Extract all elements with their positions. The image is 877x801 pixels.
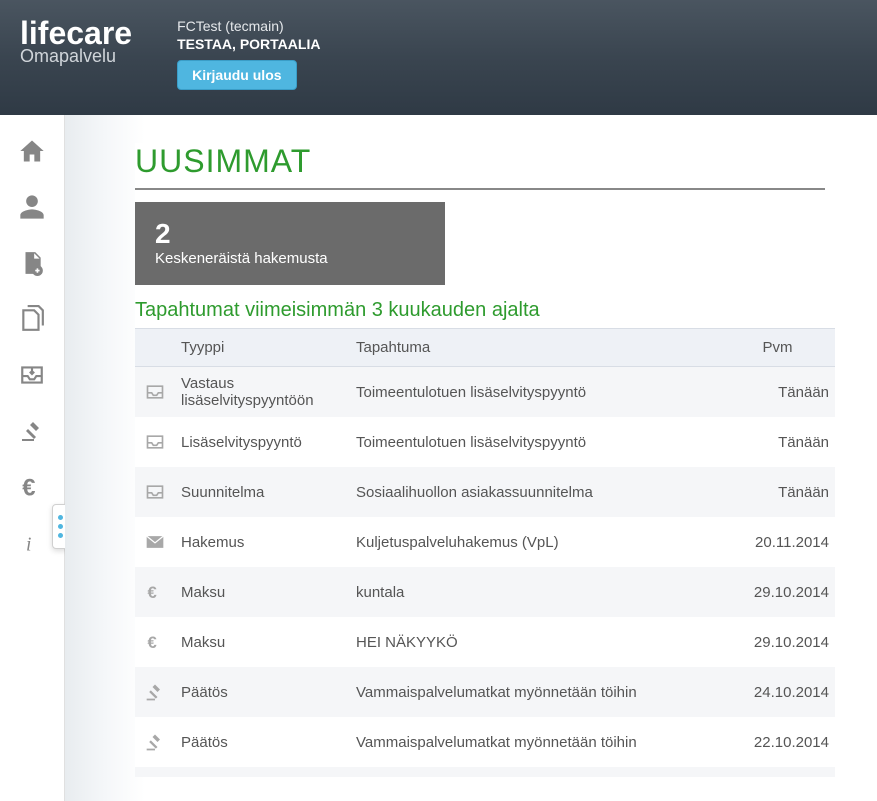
table-row[interactable]: PäätösVammaispalvelumatkat myönnetään tö… [135, 667, 835, 717]
overflow-dot [58, 533, 63, 538]
row-event: Vammaispalvelumatkat myönnetään töihin [350, 684, 735, 701]
sidebar: € i [0, 115, 65, 801]
table-row[interactable]: Vastaus lisäselvityspyyntöönToimeentulot… [135, 367, 835, 417]
app-logo: lifecare Omapalvelu [20, 18, 132, 65]
title-divider [135, 188, 825, 190]
events-table: Tyyppi Tapahtuma Pvm Vastaus lisäselvity… [135, 328, 835, 777]
row-type: Hakemus [175, 534, 350, 551]
logo-sub: Omapalvelu [20, 48, 132, 65]
table-row[interactable]: PäätösVammaispalvelumatkat myönnetään tö… [135, 717, 835, 767]
svg-text:i: i [26, 535, 31, 556]
row-type: Maksu [175, 634, 350, 651]
euro-icon[interactable]: € [16, 471, 48, 503]
row-icon: € [135, 582, 175, 602]
person-icon[interactable] [16, 191, 48, 223]
col-event: Tapahtuma [350, 329, 720, 366]
row-type: Vastaus lisäselvityspyyntöön [175, 375, 350, 409]
user-context: FCTest (tecmain) [177, 18, 320, 34]
svg-text:€: € [148, 583, 157, 602]
row-event: Sosiaalihuollon asiakassuunnitelma [350, 484, 735, 501]
row-date: 20.11.2014 [735, 534, 835, 551]
row-event: Toimeentulotuen lisäselvityspyyntö [350, 434, 735, 451]
table-header: Tyyppi Tapahtuma Pvm [135, 328, 835, 367]
row-icon [135, 682, 175, 702]
page-title: UUSIMMAT [135, 143, 865, 180]
add-document-icon[interactable] [16, 247, 48, 279]
logout-button[interactable]: Kirjaudu ulos [177, 60, 296, 90]
overflow-dot [58, 515, 63, 520]
summary-box[interactable]: 2 Keskeneräistä hakemusta [135, 202, 445, 285]
section-title: Tapahtumat viimeisimmän 3 kuukauden ajal… [135, 299, 865, 322]
user-block: FCTest (tecmain) TESTAA, PORTAALIA Kirja… [177, 18, 320, 90]
row-event: HEI NÄKYYKÖ [350, 634, 735, 651]
row-date: Tänään [735, 434, 835, 451]
col-type: Tyyppi [175, 329, 350, 366]
info-icon[interactable]: i [16, 527, 48, 559]
row-date: Tänään [735, 484, 835, 501]
home-icon[interactable] [16, 135, 48, 167]
content-area: UUSIMMAT 2 Keskeneräistä hakemusta Tapah… [65, 115, 877, 801]
row-date: 22.10.2014 [735, 734, 835, 751]
documents-icon[interactable] [16, 303, 48, 335]
row-icon [135, 432, 175, 452]
row-event: kuntala [350, 584, 735, 601]
table-row[interactable]: € MaksuHEI NÄKYYKÖ29.10.2014 [135, 617, 835, 667]
row-date: 29.10.2014 [735, 634, 835, 651]
row-type: Lisäselvityspyyntö [175, 434, 350, 451]
row-icon [135, 382, 175, 402]
inbox-icon[interactable] [16, 359, 48, 391]
row-type: Päätös [175, 684, 350, 701]
table-row[interactable]: € Maksukuntala29.10.2014 [135, 567, 835, 617]
row-date: Tänään [735, 384, 835, 401]
row-event: Toimeentulotuen lisäselvityspyyntö [350, 384, 735, 401]
table-body[interactable]: Vastaus lisäselvityspyyntöönToimeentulot… [135, 367, 835, 777]
row-icon [135, 482, 175, 502]
row-icon [135, 732, 175, 752]
row-date: 24.10.2014 [735, 684, 835, 701]
svg-text:€: € [22, 475, 35, 501]
user-name: TESTAA, PORTAALIA [177, 36, 320, 52]
table-row[interactable]: HakemusKuljetuspalveluhakemus (VpL)20.11… [135, 517, 835, 567]
row-type: Maksu [175, 584, 350, 601]
gavel-icon[interactable] [16, 415, 48, 447]
row-date: 29.10.2014 [735, 584, 835, 601]
table-row[interactable]: Vastaus [135, 767, 835, 777]
overflow-dot [58, 524, 63, 529]
row-event: Vammaispalvelumatkat myönnetään töihin [350, 734, 735, 751]
app-header: lifecare Omapalvelu FCTest (tecmain) TES… [0, 0, 877, 115]
table-row[interactable]: SuunnitelmaSosiaalihuollon asiakassuunni… [135, 467, 835, 517]
col-date: Pvm [720, 329, 835, 366]
summary-count: 2 [155, 218, 425, 250]
row-type: Suunnitelma [175, 484, 350, 501]
row-icon [135, 532, 175, 552]
svg-text:€: € [148, 633, 157, 652]
row-type: Päätös [175, 734, 350, 751]
summary-label: Keskeneräistä hakemusta [155, 250, 425, 267]
row-event: Kuljetuspalveluhakemus (VpL) [350, 534, 735, 551]
table-row[interactable]: LisäselvityspyyntöToimeentulotuen lisäse… [135, 417, 835, 467]
row-icon: € [135, 632, 175, 652]
